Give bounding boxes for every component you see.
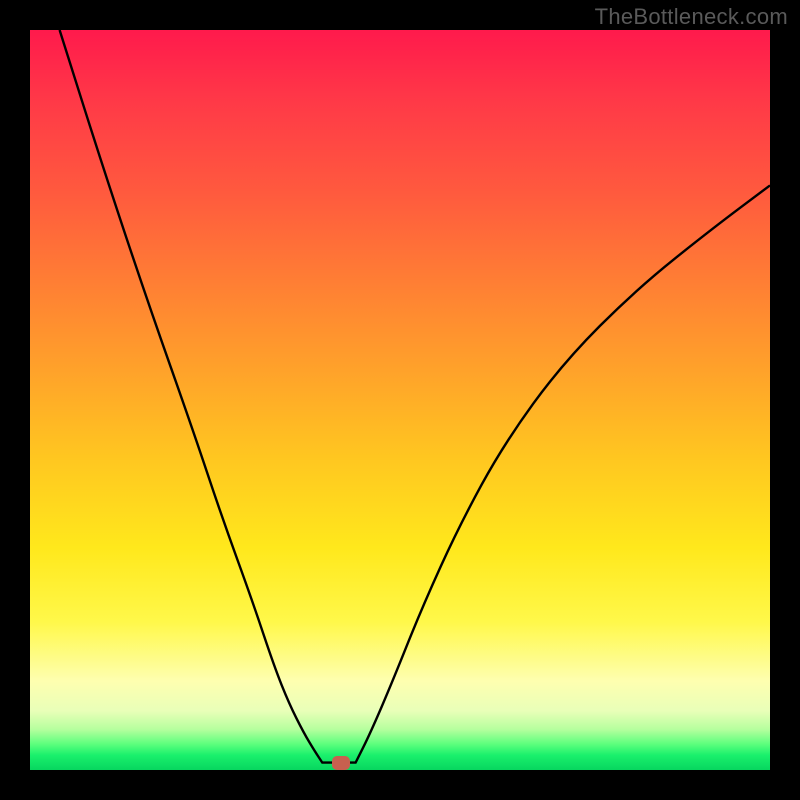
bottleneck-curve [30,30,770,770]
plot-area [30,30,770,770]
watermark-text: TheBottleneck.com [595,4,788,30]
chart-frame: TheBottleneck.com [0,0,800,800]
optimal-point-marker [332,756,350,770]
curve-path [60,30,770,763]
